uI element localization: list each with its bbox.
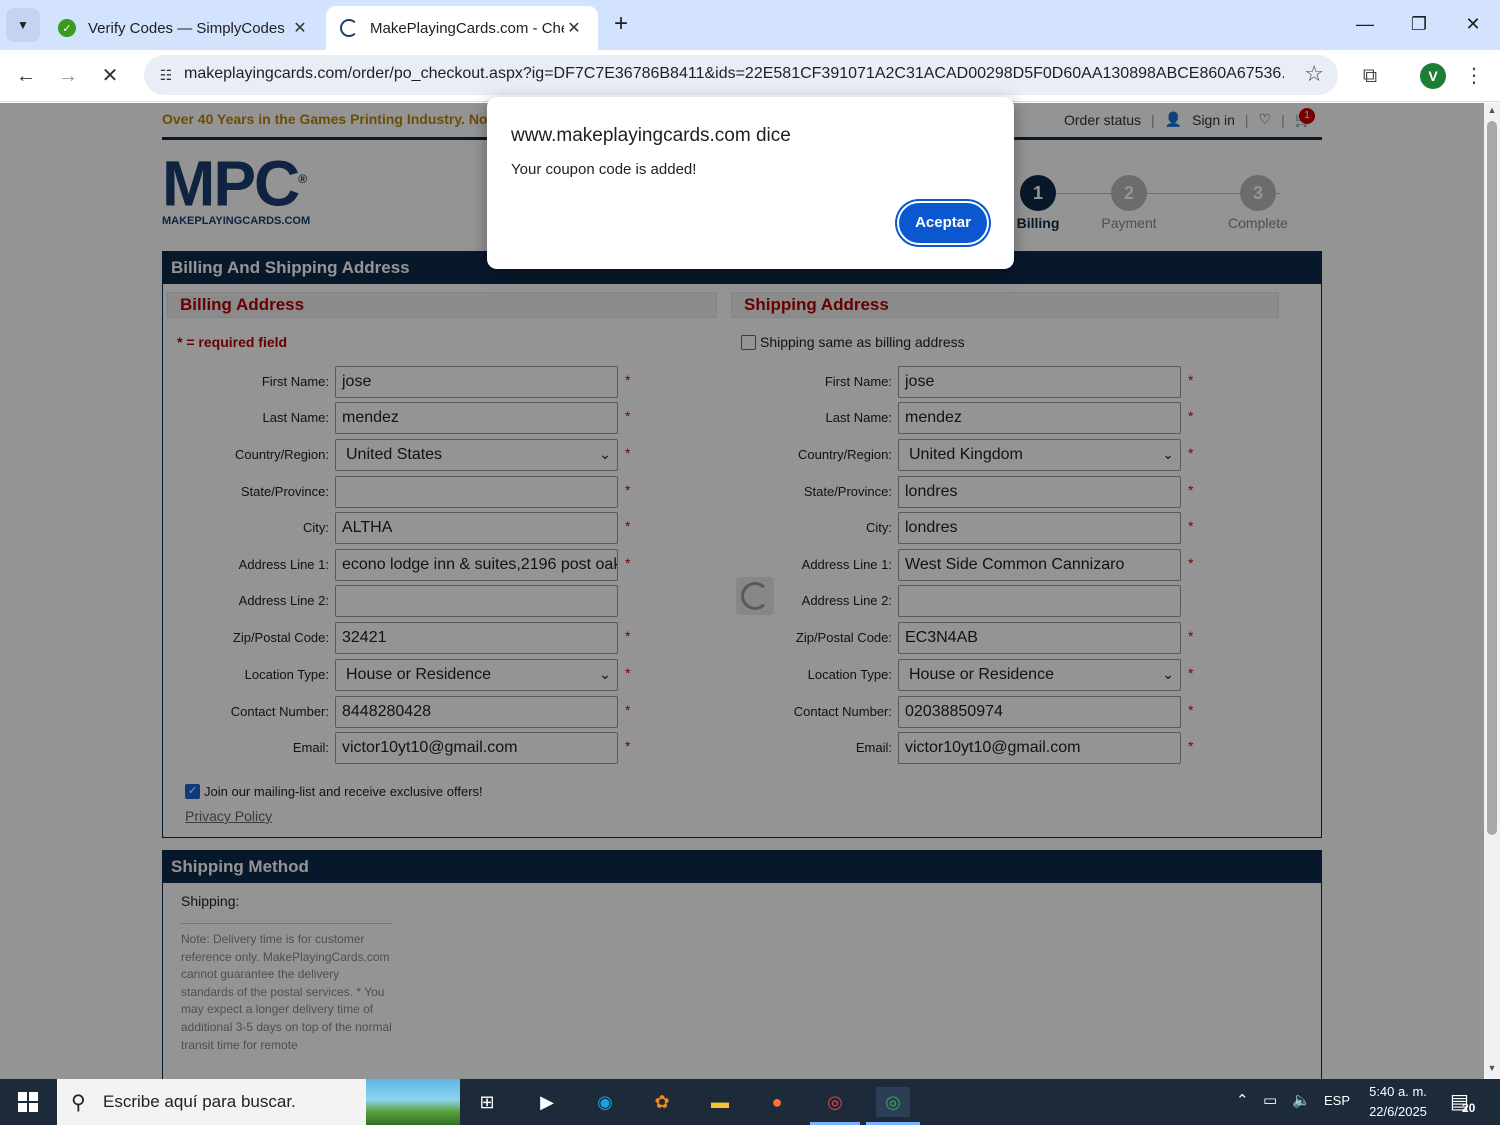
taskbar-search[interactable]: ⚲ Escribe aquí para buscar.	[57, 1079, 460, 1125]
new-tab-button[interactable]: +	[606, 10, 636, 40]
media-player-icon[interactable]: ▶	[530, 1087, 564, 1117]
scroll-up-icon[interactable]: ▲	[1486, 105, 1498, 117]
address-bar[interactable]: ☷ makeplayingcards.com/order/po_checkout…	[144, 55, 1338, 95]
scrollbar-thumb[interactable]	[1487, 121, 1497, 835]
tab-title: Verify Codes — SimplyCodes	[88, 19, 285, 37]
windows-start-icon[interactable]	[0, 1079, 56, 1125]
windows-taskbar: ⚲ Escribe aquí para buscar. ⊞ ▶ ◉ ✿ ▬ ● …	[0, 1079, 1500, 1125]
stop-loading-icon[interactable]: ✕	[94, 60, 126, 92]
minimize-button[interactable]: —	[1340, 6, 1390, 42]
dialog-message: Your coupon code is added!	[511, 161, 697, 178]
notification-center-icon[interactable]: ▤ 20	[1450, 1089, 1484, 1117]
page-scrollbar[interactable]: ▲ ▼	[1484, 103, 1500, 1079]
search-placeholder: Escribe aquí para buscar.	[103, 1092, 296, 1111]
scroll-down-icon[interactable]: ▼	[1486, 1063, 1498, 1075]
site-settings-icon[interactable]: ☷	[152, 61, 180, 89]
loading-favicon-icon	[340, 19, 358, 37]
tab-search-button[interactable]: ▼	[6, 8, 40, 42]
show-hidden-icons-chevron-icon[interactable]: ⌃	[1236, 1091, 1249, 1109]
language-indicator[interactable]: ESP	[1324, 1093, 1350, 1108]
back-arrow-icon[interactable]: ←	[10, 60, 42, 92]
chevron-down-icon: ▼	[17, 18, 29, 32]
url-text[interactable]: makeplayingcards.com/order/po_checkout.a…	[184, 65, 1284, 83]
edge-browser-icon[interactable]: ◉	[588, 1087, 622, 1117]
search-icon: ⚲	[71, 1092, 86, 1114]
system-clock[interactable]: 5:40 a. m. 22/6/2025	[1362, 1082, 1434, 1122]
search-highlight-image	[366, 1079, 460, 1125]
task-view-icon[interactable]: ⊞	[470, 1087, 504, 1117]
clock-time: 5:40 a. m.	[1369, 1084, 1427, 1099]
close-icon[interactable]: ✕	[290, 18, 310, 38]
restore-button[interactable]: ❐	[1394, 6, 1444, 42]
tab-strip: ▼ ✓ Verify Codes — SimplyCodes ✕ MakePla…	[0, 0, 1500, 50]
close-icon[interactable]: ✕	[564, 18, 584, 38]
kebab-menu-icon[interactable]: ⋮	[1460, 62, 1488, 90]
extensions-puzzle-icon[interactable]: ⧉	[1356, 62, 1384, 90]
network-icon[interactable]: ▭	[1263, 1091, 1277, 1109]
forward-arrow-icon[interactable]: →	[52, 60, 84, 92]
fl-studio-icon[interactable]: ✿	[645, 1087, 679, 1117]
accept-button[interactable]: Aceptar	[897, 201, 989, 245]
chrome-profile-v-icon[interactable]: ◎	[876, 1087, 910, 1117]
tab-simplycodes[interactable]: ✓ Verify Codes — SimplyCodes ✕	[44, 6, 324, 50]
simplycodes-favicon-icon: ✓	[58, 19, 76, 37]
profile-avatar[interactable]: V	[1420, 63, 1446, 89]
clock-date: 22/6/2025	[1369, 1104, 1427, 1119]
tab-title: MakePlayingCards.com - Checkout	[370, 19, 564, 37]
bookmark-star-icon[interactable]: ☆	[1304, 61, 1324, 87]
tab-makeplayingcards[interactable]: MakePlayingCards.com - Checkout ✕	[326, 6, 598, 50]
notification-count: 20	[1462, 1101, 1476, 1115]
browser-toolbar: ← → ✕ ☷ makeplayingcards.com/order/po_ch…	[0, 50, 1500, 102]
close-window-button[interactable]: ✕	[1448, 6, 1498, 42]
alert-dialog: www.makeplayingcards.com dice Your coupo…	[487, 97, 1014, 269]
firefox-icon[interactable]: ●	[760, 1087, 794, 1117]
dialog-title: www.makeplayingcards.com dice	[511, 125, 791, 146]
file-explorer-icon[interactable]: ▬	[703, 1087, 737, 1117]
volume-icon[interactable]: 🔈	[1292, 1091, 1311, 1109]
chrome-profile-b-icon[interactable]: ◎	[818, 1087, 852, 1117]
